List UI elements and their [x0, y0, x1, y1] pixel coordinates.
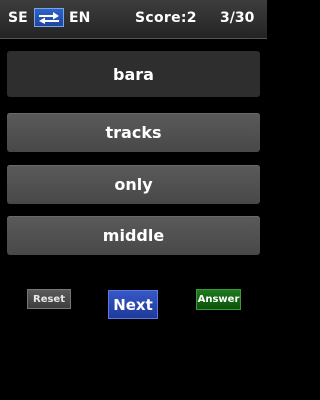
answer-option-1[interactable]: tracks [7, 113, 260, 152]
top-bar: SE EN Score:2 3/30 [0, 0, 267, 39]
answer-option-3[interactable]: middle [7, 216, 260, 255]
answer-option-2[interactable]: only [7, 165, 260, 204]
reset-button[interactable]: Reset [27, 289, 71, 309]
target-language-label: EN [69, 10, 91, 26]
question-progress: 3/30 [220, 10, 255, 26]
next-button[interactable]: Next [108, 290, 158, 319]
swap-arrows-icon [39, 12, 59, 24]
source-language-label: SE [8, 10, 28, 26]
answer-button[interactable]: Answer [196, 289, 241, 310]
swap-languages-button[interactable] [34, 8, 64, 27]
score-label: Score:2 [135, 10, 197, 26]
question-word: bara [7, 51, 260, 97]
